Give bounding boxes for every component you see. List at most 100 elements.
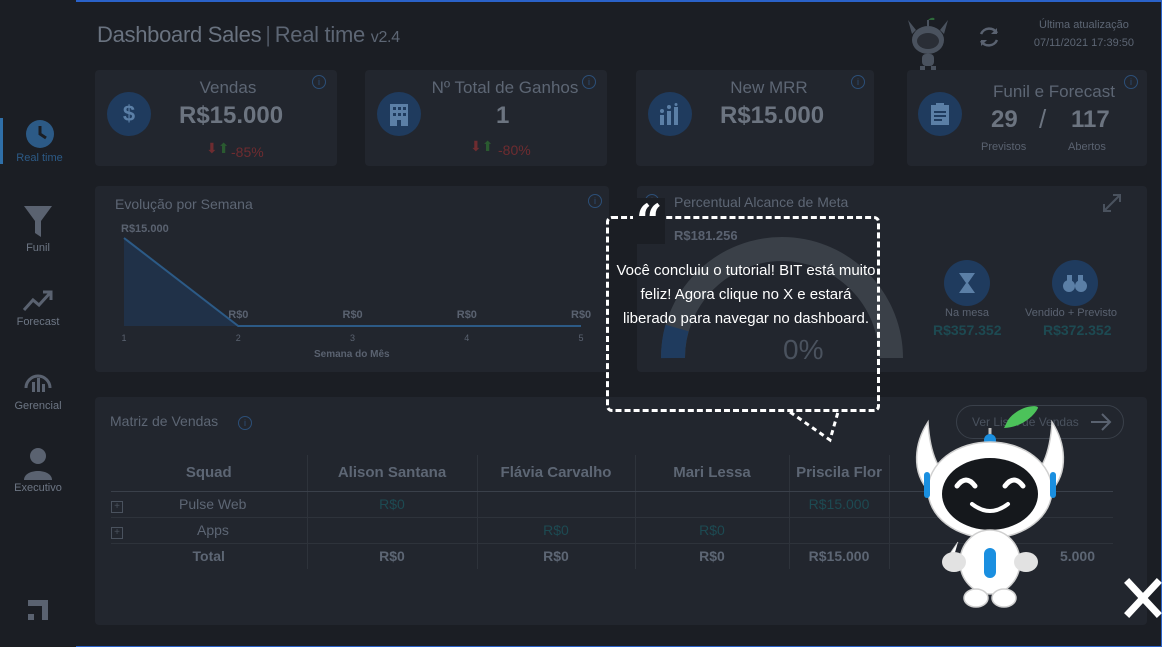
data-label: R$0 xyxy=(343,309,363,321)
trend-arrows-icon: ⬇⬆ xyxy=(470,138,494,154)
last-update: Última atualização 07/11/2021 17:39:50 xyxy=(1034,16,1134,52)
kpi-abertos-value: 117 xyxy=(1071,106,1110,133)
vendido-label: Vendido + Previsto xyxy=(1025,307,1118,319)
sidebar-item-label: Gerencial xyxy=(14,400,62,412)
column-header: Priscila Flor xyxy=(788,455,889,492)
bit-mascot-icon xyxy=(915,406,1065,608)
dollar-icon: $ xyxy=(107,92,151,136)
last-update-time: 07/11/2021 17:39:50 xyxy=(1033,37,1134,49)
column-header: Squad xyxy=(111,455,307,492)
last-update-label: Última atualização xyxy=(1039,19,1129,31)
column-header: Alison Santana xyxy=(306,455,477,492)
squad-cell: + Pulse Web xyxy=(111,491,307,518)
na-mesa-value: R$357.352 xyxy=(933,322,1002,338)
user-icon xyxy=(24,448,52,480)
x-tick-label: 3 xyxy=(350,333,355,343)
sidebar-item-executivo[interactable]: Executivo xyxy=(0,446,76,494)
squad-name: Apps xyxy=(197,521,229,538)
table-cell: R$0 xyxy=(634,517,789,544)
bit-mascot-small-icon xyxy=(908,17,948,72)
kpi-value: R$15.000 xyxy=(720,102,825,129)
kpi-abertos-label: Abertos xyxy=(1068,141,1106,153)
sidebar: Real time Funil Forecast Gerencial Execu… xyxy=(0,0,76,647)
bar-chart-icon xyxy=(648,92,692,136)
kpi-title: Nº Total de Ganhos xyxy=(431,78,579,97)
clipboard-icon xyxy=(918,92,962,136)
table-cell xyxy=(634,491,789,518)
sidebar-item-forecast[interactable]: Forecast xyxy=(0,288,76,328)
info-icon[interactable]: i xyxy=(851,75,865,89)
table-cell: R$15.000 xyxy=(788,491,889,518)
sidebar-item-label: Funil xyxy=(26,242,50,254)
brand-logo-icon xyxy=(28,600,48,620)
evolucao-panel: Evolução por Semana i 1 R$15.000 2 R$0 3 R$0 4… xyxy=(95,186,609,372)
title-main: Dashboard Sales xyxy=(97,22,262,47)
data-label: R$0 xyxy=(571,309,591,321)
kpi-card-mrr: New MRR R$15.000 i xyxy=(636,70,874,166)
table-cell: R$0 xyxy=(634,543,789,569)
expand-icon[interactable]: + xyxy=(111,526,123,539)
arrow-right-icon xyxy=(1091,413,1112,431)
building-icon xyxy=(377,92,421,136)
refresh-icon[interactable] xyxy=(976,24,1002,50)
x-axis-label: Semana do Mês xyxy=(314,349,390,360)
sidebar-item-real-time[interactable]: Real time xyxy=(0,118,76,164)
sidebar-item-gerencial[interactable]: Gerencial xyxy=(0,366,76,412)
table-cell xyxy=(476,491,635,518)
kpi-separator: / xyxy=(1039,104,1047,134)
trend-up-icon xyxy=(22,290,53,312)
kpi-previstos-value: 29 xyxy=(991,106,1018,133)
kpi-value: 1 xyxy=(496,102,510,129)
kpi-card-vendas: $ Vendas R$15.000 ⬇⬆ -85% i xyxy=(95,70,337,166)
version-label: v2.4 xyxy=(370,29,400,46)
kpi-card-ganhos: Nº Total de Ganhos 1 ⬇⬆ -80% i xyxy=(365,70,607,166)
hourglass-icon xyxy=(944,260,990,306)
info-icon[interactable]: i xyxy=(582,75,596,89)
vendido-value: R$372.352 xyxy=(1043,322,1112,338)
evolucao-chart: 1 R$15.000 2 R$0 3 R$0 4 R$0 5 R$0 xyxy=(121,223,591,343)
table-cell: R$0 xyxy=(476,543,635,569)
sidebar-item-funil[interactable]: Funil xyxy=(0,204,76,254)
info-icon[interactable]: i xyxy=(238,416,252,430)
table-cell: R$0 xyxy=(306,543,477,569)
sidebar-item-label: Forecast xyxy=(16,316,60,328)
panel-title: Percentual Alcance de Meta xyxy=(674,194,849,210)
close-icon[interactable] xyxy=(1124,578,1162,618)
table-cell: Total xyxy=(192,548,225,565)
table-cell: R$15.000 xyxy=(788,543,889,569)
kpi-previstos-label: Previstos xyxy=(981,141,1027,153)
data-label: R$0 xyxy=(457,309,477,321)
x-tick-label: 4 xyxy=(464,333,469,343)
info-icon[interactable]: i xyxy=(1124,75,1138,89)
x-tick-label: 2 xyxy=(236,333,241,343)
kpi-title: Funil e Forecast xyxy=(993,82,1115,101)
squad-cell: + Apps xyxy=(111,517,307,544)
table-cell xyxy=(306,517,477,544)
sidebar-item-label: Real time xyxy=(16,152,63,164)
quote-icon: “ xyxy=(633,198,666,244)
x-tick-label: 5 xyxy=(578,333,583,343)
trend-arrows-icon: ⬇⬆ xyxy=(206,140,230,156)
table-cell xyxy=(788,517,889,544)
expand-icon[interactable] xyxy=(1101,192,1123,214)
column-header: Mari Lessa xyxy=(634,455,789,492)
gauge-chart-icon xyxy=(24,374,52,392)
kpi-title: Vendas xyxy=(199,78,257,97)
clock-icon xyxy=(25,120,54,148)
page-title: Dashboard Sales | Real time v2.4 xyxy=(97,22,400,47)
table-cell: R$0 xyxy=(476,517,635,544)
kpi-pct: -80% xyxy=(498,142,531,158)
binoculars-icon xyxy=(1052,260,1098,306)
expand-icon[interactable]: + xyxy=(111,500,123,513)
kpi-pct: -85% xyxy=(231,144,264,160)
title-sub: Real time xyxy=(274,22,366,47)
na-mesa-label: Na mesa xyxy=(945,307,990,319)
info-icon[interactable]: i xyxy=(312,75,326,89)
x-tick-label: 1 xyxy=(121,333,126,343)
squad-name: Pulse Web xyxy=(179,495,247,512)
kpi-card-funil: Funil e Forecast 29 / 117 Previstos Aber… xyxy=(907,70,1147,166)
data-label: R$15.000 xyxy=(121,223,169,235)
panel-title: Matriz de Vendas xyxy=(110,413,219,429)
kpi-title: New MRR xyxy=(730,78,808,97)
table-cell: R$0 xyxy=(306,491,477,518)
